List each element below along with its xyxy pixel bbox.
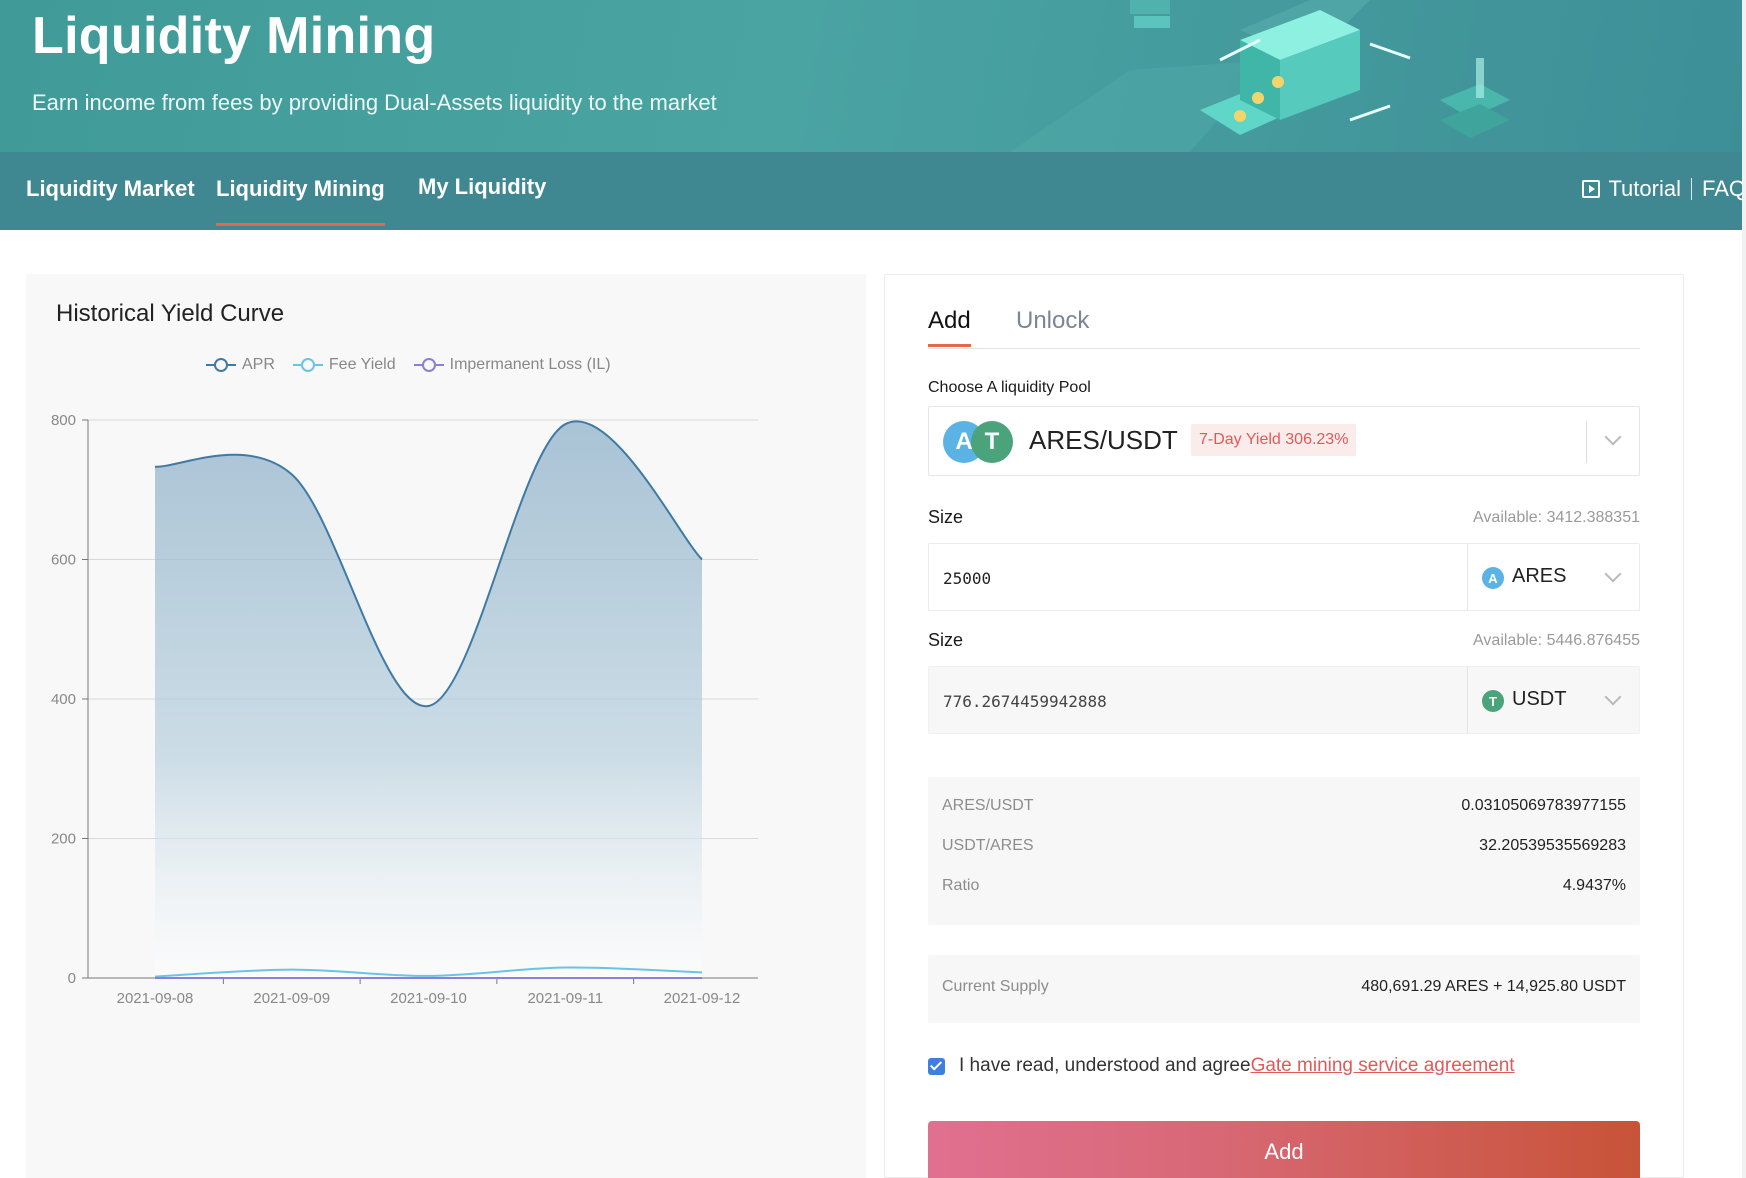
current-supply-box: Current Supply 480,691.29 ARES + 14,925.… [928, 955, 1640, 1023]
form-tabs: Add Unlock [928, 307, 1640, 349]
token-name: USDT [1512, 688, 1567, 710]
info-value: 4.9437% [1562, 877, 1626, 894]
size-input-ares[interactable] [943, 564, 1423, 592]
page-title: Liquidity Mining [32, 7, 436, 65]
yield-badge: 7-Day Yield 306.23% [1191, 424, 1357, 456]
price-info-box: ARES/USDT 0.03105069783977155 USDT/ARES … [928, 777, 1640, 925]
supply-label: Current Supply [942, 978, 1049, 995]
hero-banner: Liquidity Mining Earn income from fees b… [0, 0, 1746, 152]
info-row: USDT/ARES 32.20539535569283 [942, 837, 1626, 861]
supply-value: 480,691.29 ARES + 14,925.80 USDT [1361, 978, 1626, 995]
y-tick-label: 600 [51, 552, 76, 569]
divider [1586, 421, 1587, 463]
token-name: ARES [1512, 565, 1567, 587]
chevron-down-icon [1604, 565, 1622, 583]
chevron-down-icon[interactable] [1604, 428, 1622, 446]
tab-add[interactable]: Add [928, 307, 971, 347]
usdt-coin-icon: T [971, 421, 1013, 463]
pool-pair-icons: A T [943, 420, 1015, 464]
info-value: 0.03105069783977155 [1461, 797, 1626, 814]
x-tick-label: 2021-09-09 [253, 990, 330, 1007]
token-select-usdt[interactable]: T USDT [1467, 667, 1639, 733]
info-row: Ratio 4.9437% [942, 877, 1626, 901]
y-tick-label: 800 [51, 412, 76, 429]
agreement-text: I have read, understood and agree [959, 1055, 1251, 1076]
tab-unlock[interactable]: Unlock [1016, 307, 1089, 335]
agreement-link[interactable]: Gate mining service agreement [1251, 1055, 1515, 1077]
y-tick-label: 0 [68, 970, 76, 987]
series-area-apr [155, 421, 702, 978]
tab-liquidity-mining[interactable]: Liquidity Mining [216, 176, 385, 226]
tutorial-link[interactable]: Tutorial [1608, 176, 1681, 202]
y-tick-label: 400 [51, 691, 76, 708]
x-tick-label: 2021-09-08 [117, 990, 194, 1007]
yield-chart: 0 200 400 600 800 2021-09-08 2021-09-09 2021-09… [51, 412, 758, 1007]
size-input-usdt[interactable] [943, 687, 1423, 715]
usdt-coin-icon: T [1482, 690, 1504, 712]
info-row: ARES/USDT 0.03105069783977155 [942, 797, 1626, 821]
tab-liquidity-market[interactable]: Liquidity Market [26, 176, 195, 202]
agreement-checkbox[interactable] [928, 1057, 945, 1075]
sub-nav: Liquidity Market Liquidity Mining My Liq… [0, 152, 1746, 230]
size-field-usdt: T USDT [928, 666, 1640, 734]
pool-label: Choose A liquidity Pool [928, 379, 1091, 396]
faq-link[interactable]: FAQ [1702, 176, 1746, 202]
play-icon [1582, 180, 1601, 198]
historical-yield-panel: Historical Yield Curve APR Fee Yield Imp… [26, 274, 866, 1178]
size-field-ares: A ARES [928, 543, 1640, 611]
help-links: Tutorial FAQ [1582, 176, 1746, 202]
size-label: Size [928, 507, 964, 527]
y-tick-label: 200 [51, 831, 76, 848]
liquidity-form-panel: Add Unlock Choose A liquidity Pool A T A… [884, 274, 1684, 1178]
hero-illustration [1010, 0, 1510, 152]
size-label: Size [928, 630, 964, 650]
x-tick-label: 2021-09-10 [390, 990, 467, 1007]
scrollbar-track[interactable] [1742, 0, 1746, 1178]
x-tick-label: 2021-09-12 [664, 990, 741, 1007]
pool-name: ARES/USDT [1029, 425, 1178, 455]
available-balance: Available: 3412.388351 [1473, 509, 1640, 526]
info-key: ARES/USDT [942, 797, 1034, 814]
page-subtitle: Earn income from fees by providing Dual-… [32, 90, 717, 115]
info-key: USDT/ARES [942, 837, 1034, 854]
pool-select[interactable]: A T ARES/USDT 7-Day Yield 306.23% [928, 406, 1640, 476]
available-balance: Available: 5446.876455 [1473, 632, 1640, 649]
chevron-down-icon [1604, 688, 1622, 706]
x-tick-label: 2021-09-11 [527, 990, 603, 1007]
tab-my-liquidity[interactable]: My Liquidity [418, 174, 546, 200]
token-select-ares[interactable]: A ARES [1467, 544, 1639, 610]
agreement-row: I have read, understood and agree Gate m… [928, 1055, 1515, 1077]
add-button[interactable]: Add [928, 1121, 1640, 1178]
divider [1690, 178, 1692, 200]
info-value: 32.20539535569283 [1479, 837, 1626, 854]
info-key: Ratio [942, 877, 980, 894]
ares-coin-icon: A [1482, 567, 1504, 589]
